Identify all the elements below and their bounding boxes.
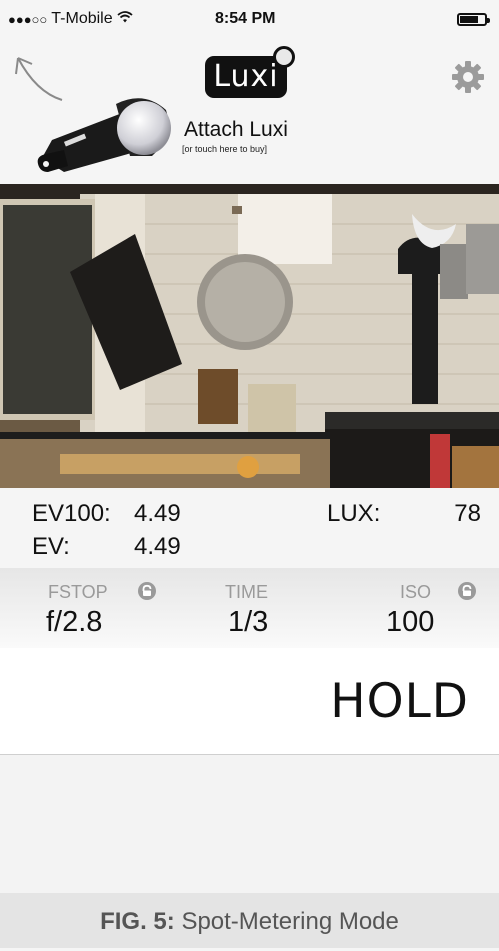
status-time: 8:54 PM <box>215 10 276 27</box>
ev100-value: 4.49 <box>134 500 181 527</box>
empty-area <box>0 755 499 893</box>
lux-value: 78 <box>454 500 481 527</box>
hold-label: HOLD <box>330 674 469 729</box>
exposure-settings: FSTOP f/2.8 TIME 1/3 ISO 100 <box>0 568 499 648</box>
light-readings: EV100: 4.49 EV: 4.49 LUX: 78 <box>0 488 499 568</box>
luxi-device-image[interactable] <box>34 80 179 178</box>
gear-icon[interactable] <box>451 60 485 94</box>
camera-viewfinder[interactable] <box>0 184 499 488</box>
battery-icon <box>457 12 490 26</box>
status-bar: ●●●○○ T-Mobile 8:54 PM <box>0 0 499 38</box>
ev-value: 4.49 <box>134 533 181 560</box>
attach-luxi-subtitle[interactable]: [or touch here to buy] <box>182 144 267 154</box>
lock-icon[interactable] <box>458 582 476 600</box>
caption-text: Spot-Metering Mode <box>181 908 399 935</box>
iso-value[interactable]: 100 <box>386 606 434 639</box>
time-value[interactable]: 1/3 <box>228 606 268 639</box>
time-label: TIME <box>225 582 268 602</box>
header: Luxi Attach Luxi [or touch here to buy] <box>0 38 499 184</box>
logo-bulb <box>273 46 295 68</box>
lock-icon[interactable] <box>138 582 156 600</box>
figure-caption: FIG. 5: Spot-Metering Mode <box>0 893 499 948</box>
status-left: ●●●○○ T-Mobile <box>8 10 133 29</box>
attach-luxi-title[interactable]: Attach Luxi <box>184 118 288 142</box>
wifi-icon <box>117 10 133 29</box>
ev100-label: EV100: <box>32 500 111 527</box>
luxi-logo: Luxi <box>205 46 295 98</box>
hold-button[interactable]: HOLD <box>0 648 499 755</box>
ev-label: EV: <box>32 533 70 560</box>
fstop-value[interactable]: f/2.8 <box>46 606 102 639</box>
caption-figure: FIG. 5: <box>100 908 175 935</box>
lux-label: LUX: <box>327 500 381 527</box>
iso-label: ISO <box>400 582 432 602</box>
fstop-label: FSTOP <box>48 582 108 602</box>
logo-text: Luxi <box>213 59 279 94</box>
signal-strength: ●●●○○ <box>8 11 48 27</box>
carrier-name: T-Mobile <box>51 10 113 27</box>
